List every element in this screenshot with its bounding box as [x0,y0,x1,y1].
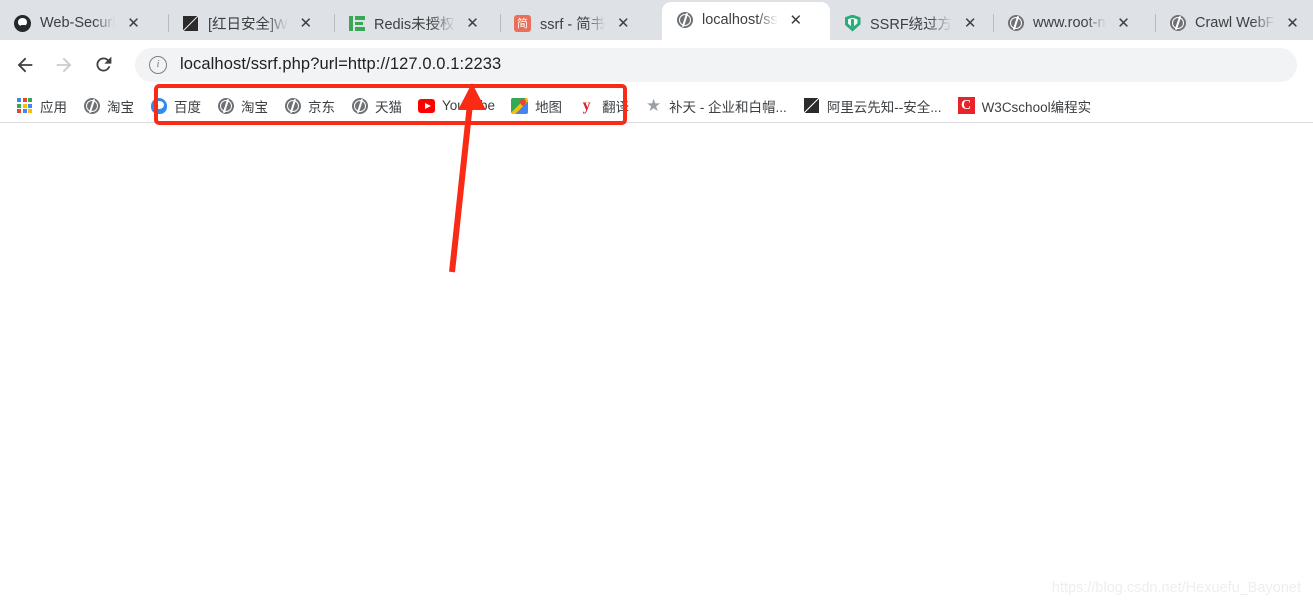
google-maps-icon [511,97,529,114]
bookmark-item-baidu[interactable]: 百度 [144,93,209,119]
bookmark-item-w3cschool[interactable]: C W3Cschool编程实 [952,93,1100,119]
bookmark-label: 阿里云先知--安全... [826,99,942,115]
browser-tab-0[interactable]: Web-Securi ✕ [0,6,168,40]
globe-icon [217,97,234,114]
tab-close-button[interactable]: ✕ [124,14,142,32]
bookmark-label: 补天 - 企业和白帽... [669,99,787,115]
tab-close-button[interactable]: ✕ [614,14,632,32]
bookmark-item-apps[interactable]: 应用 [10,93,75,119]
bookmark-item-taobao-1[interactable]: 淘宝 [77,93,142,119]
forward-button[interactable] [47,48,81,82]
github-icon [14,14,31,32]
tab-title: Web-Securi [40,15,116,31]
globe-icon [83,97,100,114]
tab-close-button[interactable]: ✕ [961,14,979,32]
tab-close-button[interactable]: ✕ [464,14,482,32]
slash-logo-icon [803,97,820,114]
bookmark-label: 翻译 [602,99,630,115]
tab-close-button[interactable]: ✕ [1115,14,1133,32]
browser-tab-7[interactable]: Crawl WebF ✕ [1155,6,1313,40]
globe-icon [676,12,693,29]
tab-close-button[interactable]: ✕ [787,11,805,29]
bookmark-item-jd[interactable]: 京东 [278,93,343,119]
globe-icon [1007,15,1024,32]
globe-icon [351,97,368,114]
tab-title: ssrf - 简书 [540,16,606,33]
redis-icon [348,15,365,32]
bookmark-item-translate[interactable]: y 翻译 [572,93,637,119]
reload-icon [95,56,111,72]
back-button[interactable] [8,48,42,82]
bookmark-label: 淘宝 [107,99,134,115]
baidu-icon [150,97,167,114]
back-arrow-icon [17,57,33,72]
browser-tab-5[interactable]: SSRF绕过方 ✕ [830,6,993,40]
browser-tab-4-active[interactable]: localhost/ss ✕ [662,2,830,40]
bookmark-item-aliyun-xianzhi[interactable]: 阿里云先知--安全... [797,93,950,119]
tab-title: www.root-n [1033,15,1106,31]
browser-tab-2[interactable]: Redis未授权 ✕ [334,6,500,40]
browser-tab-6[interactable]: www.root-n ✕ [993,6,1155,40]
bookmark-label: 应用 [40,99,67,115]
tab-title: Crawl WebF [1195,15,1275,31]
address-bar-url-text: localhost/ssrf.php?url=http://127.0.0.1:… [180,55,502,73]
star-icon: ★ [645,96,662,115]
bookmark-label: 淘宝 [241,99,268,115]
apps-grid-icon [16,97,33,114]
bookmark-label: 百度 [174,99,201,115]
page-viewport: https://blog.csdn.net/Hexuefu_Bayonet [0,123,1313,602]
browser-toolbar: i localhost/ssrf.php?url=http://127.0.0.… [0,40,1313,125]
youtube-icon [418,97,435,114]
address-bar[interactable]: i localhost/ssrf.php?url=http://127.0.0.… [135,47,1297,82]
site-info-icon[interactable]: i [149,55,167,74]
forward-arrow-icon [56,57,72,72]
tab-title: SSRF绕过方 [870,16,953,33]
globe-icon [1169,15,1186,32]
globe-icon [284,97,301,114]
slash-logo-icon [182,15,199,32]
bookmark-item-youtube[interactable]: YouTube [412,94,503,117]
browser-tab-1[interactable]: [红日安全]W ✕ [168,6,334,40]
w3cschool-icon: C [957,97,975,114]
bookmark-label: 地图 [535,99,563,115]
bookmark-item-maps[interactable]: 地图 [505,93,570,119]
bookmark-item-tmall[interactable]: 天猫 [345,93,410,119]
blog-watermark: https://blog.csdn.net/Hexuefu_Bayonet [1051,580,1301,596]
jianshu-icon: 简 [514,14,531,32]
tab-title: Redis未授权 [374,16,455,33]
bookmark-label: W3Cschool编程实 [981,99,1092,115]
tab-title: localhost/ss [702,12,778,28]
browser-tab-strip: Web-Securi ✕ [红日安全]W ✕ Redis未授权 ✕ 简 ssrf… [0,0,1313,40]
bookmark-item-taobao-2[interactable]: 淘宝 [211,93,276,119]
bookmark-label: 京东 [308,99,335,115]
bookmark-item-butian[interactable]: ★ 补天 - 企业和白帽... [639,93,795,119]
tab-close-button[interactable]: ✕ [1284,14,1302,32]
bookmark-label: 天猫 [375,99,402,115]
bookmarks-bar: 应用 淘宝 百度 淘宝 京东 天猫 YouTube 地图 y 翻译 ★ 补天 -… [0,89,1313,123]
shield-icon [844,14,861,32]
tab-title: [红日安全]W [208,16,288,33]
reload-button[interactable] [86,48,120,82]
tab-close-button[interactable]: ✕ [297,14,315,32]
bookmark-label: YouTube [442,98,496,113]
browser-tab-3[interactable]: 简 ssrf - 简书 ✕ [500,6,662,40]
youdao-translate-icon: y [582,96,591,114]
